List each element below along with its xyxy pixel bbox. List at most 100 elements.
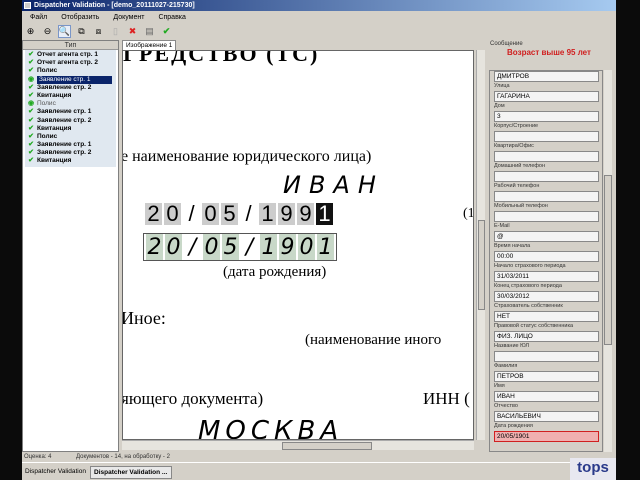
field-input[interactable]: ИВАН — [494, 391, 599, 402]
field-label: Время начала — [494, 243, 531, 249]
digit-cell: / — [188, 234, 197, 260]
tree-item-label: Полис — [37, 100, 56, 108]
check-icon: ✔ — [28, 157, 34, 165]
field-input[interactable] — [494, 171, 599, 182]
digit-cell: 0 — [202, 201, 219, 226]
status-docs: Документов - 14, на обработку - 2 — [76, 454, 170, 460]
tree-item[interactable]: ✔ Квитанция — [25, 125, 116, 133]
field-label: Имя — [494, 383, 505, 389]
app-icon — [24, 2, 31, 9]
digit-cell: 2 — [145, 201, 162, 226]
field-input[interactable]: 3 — [494, 111, 599, 122]
hw-city: МОСКВА — [198, 416, 344, 440]
field-input[interactable] — [494, 191, 599, 202]
copy-icon[interactable]: ▯ — [109, 25, 122, 38]
scroll-thumb[interactable] — [282, 442, 372, 450]
field-input[interactable]: ГАГАРИНА — [494, 91, 599, 102]
menu-help[interactable]: Справка — [158, 12, 185, 23]
check-icon: ✔ — [28, 116, 34, 124]
validation-message: Возраст выше 95 лет — [507, 48, 591, 57]
tab-image-1[interactable]: Изображение 1 — [122, 40, 177, 50]
field-input[interactable]: ДМИТРОВ — [494, 71, 599, 82]
field-label: Рабочий телефон — [494, 183, 540, 189]
menu-view[interactable]: Отобразить — [61, 12, 99, 23]
check-icon: ✔ — [28, 83, 34, 91]
tree-item[interactable]: ✔ Полис — [25, 133, 116, 141]
tree-item[interactable]: ◉ Заявление стр. 1 — [25, 75, 116, 84]
tree-item[interactable]: ✔ Отчет агента стр. 2 — [25, 59, 116, 67]
field-input[interactable] — [494, 351, 599, 362]
merge-icon[interactable]: ⧈ — [92, 25, 105, 38]
inn-label: ИНН ( — [423, 389, 470, 408]
tree-item[interactable]: ✔ Заявление стр. 1 — [25, 108, 116, 116]
tree-item-label: Заявление стр. 2 — [37, 116, 92, 124]
digit-cell: / — [188, 201, 195, 226]
tree-item-label: Квитанция — [37, 124, 72, 132]
tops-logo: tops — [570, 458, 616, 480]
field-label: Страхователь собственник — [494, 303, 563, 309]
tree-item[interactable]: ✔ Квитанция — [25, 92, 116, 100]
digit-cell: 0 — [298, 234, 315, 260]
field-input[interactable]: @ — [494, 231, 599, 242]
vertical-scrollbar[interactable] — [476, 50, 485, 440]
field-input[interactable] — [494, 211, 599, 222]
tree-item[interactable]: ✔ Заявление стр. 1 — [25, 141, 116, 149]
scroll-thumb[interactable] — [604, 175, 612, 345]
field-input[interactable]: НЕТ — [494, 311, 599, 322]
check-icon: ✔ — [28, 91, 34, 99]
check-icon: ✔ — [28, 59, 34, 67]
field-input[interactable]: ВАСИЛЬЕВИЧ — [494, 411, 599, 422]
eye-icon: ◉ — [27, 75, 35, 83]
doc-legal-name: е наименование юридического лица) — [122, 148, 372, 165]
zoom-out-icon[interactable]: ⊖ — [41, 25, 54, 38]
tree-item-label: Квитанция — [37, 91, 72, 99]
scroll-thumb[interactable] — [478, 220, 485, 310]
field-input[interactable] — [494, 151, 599, 162]
field-input[interactable]: ФИЗ. ЛИЦО — [494, 331, 599, 342]
split-icon[interactable]: ⧉ — [75, 25, 88, 38]
field-label: Улица — [494, 83, 510, 89]
tree-item[interactable]: ✔ Полис — [25, 67, 116, 75]
menu-file[interactable]: Файл — [30, 12, 47, 23]
taskbar-item-active[interactable]: Dispatcher Validation ... — [90, 466, 172, 479]
tree-item[interactable]: ✔ Заявление стр. 2 — [25, 84, 116, 92]
tree-item-label: Заявление стр. 2 — [37, 149, 92, 157]
field-input[interactable] — [494, 131, 599, 142]
taskbar: Dispatcher Validation for ... Dispatcher… — [22, 462, 616, 480]
taskbar-item[interactable]: Dispatcher Validation for ... — [22, 466, 88, 479]
tree-item[interactable]: ✔ Заявление стр. 2 — [25, 149, 116, 157]
side-mark: (1 — [463, 206, 474, 221]
field-input[interactable]: 30/03/2012 — [494, 291, 599, 302]
field-input[interactable]: 20/05/1901 — [494, 431, 599, 442]
validate-check-icon[interactable]: ✔ — [160, 25, 173, 38]
field-input[interactable]: 31/03/2011 — [494, 271, 599, 282]
doc-heading: ГРЕДСТВО (ТС) — [123, 50, 320, 66]
zoom-fit-icon[interactable]: 🔍 — [58, 25, 71, 38]
field-input[interactable]: ПЕТРОВ — [494, 371, 599, 382]
digit-cell: 0 — [203, 234, 220, 260]
horizontal-scrollbar[interactable] — [122, 440, 474, 450]
title-bar: Dispatcher Validation - [demo_20111027-2… — [22, 0, 616, 11]
field-label: Конец страхового периода — [494, 283, 562, 289]
delete-icon[interactable]: ✖ — [126, 25, 139, 38]
tree-item-label: Заявление стр. 1 — [37, 108, 92, 116]
zoom-in-icon[interactable]: ⊕ — [24, 25, 37, 38]
digit-cell: 1 — [259, 201, 276, 226]
fields-panel: Сообщение Возраст выше 95 лет ДМИТРОВ Ули… — [487, 40, 615, 452]
menu-bar: Файл Отобразить Документ Справка — [22, 12, 186, 23]
check-icon: ✔ — [28, 132, 34, 140]
menu-document[interactable]: Документ — [113, 12, 144, 23]
digit-cell: 1 — [317, 234, 334, 260]
fields-scrollbar[interactable] — [604, 70, 612, 452]
tree-item[interactable]: ✔ Квитанция — [25, 157, 116, 165]
field-input[interactable]: 00:00 — [494, 251, 599, 262]
digit-cell: / — [245, 201, 252, 226]
tree-item[interactable]: ✔ Отчет агента стр. 1 — [25, 51, 116, 59]
hw-name: ИВАН — [283, 171, 384, 199]
tree-header: Тип — [23, 41, 118, 50]
dob-caption: (дата рождения) — [223, 264, 327, 280]
tree-item[interactable]: ◉ Полис — [25, 100, 116, 108]
message-label: Сообщение — [490, 41, 523, 47]
tree-item[interactable]: ✔ Заявление стр. 2 — [25, 117, 116, 125]
print-icon[interactable]: ▤ — [143, 25, 156, 38]
